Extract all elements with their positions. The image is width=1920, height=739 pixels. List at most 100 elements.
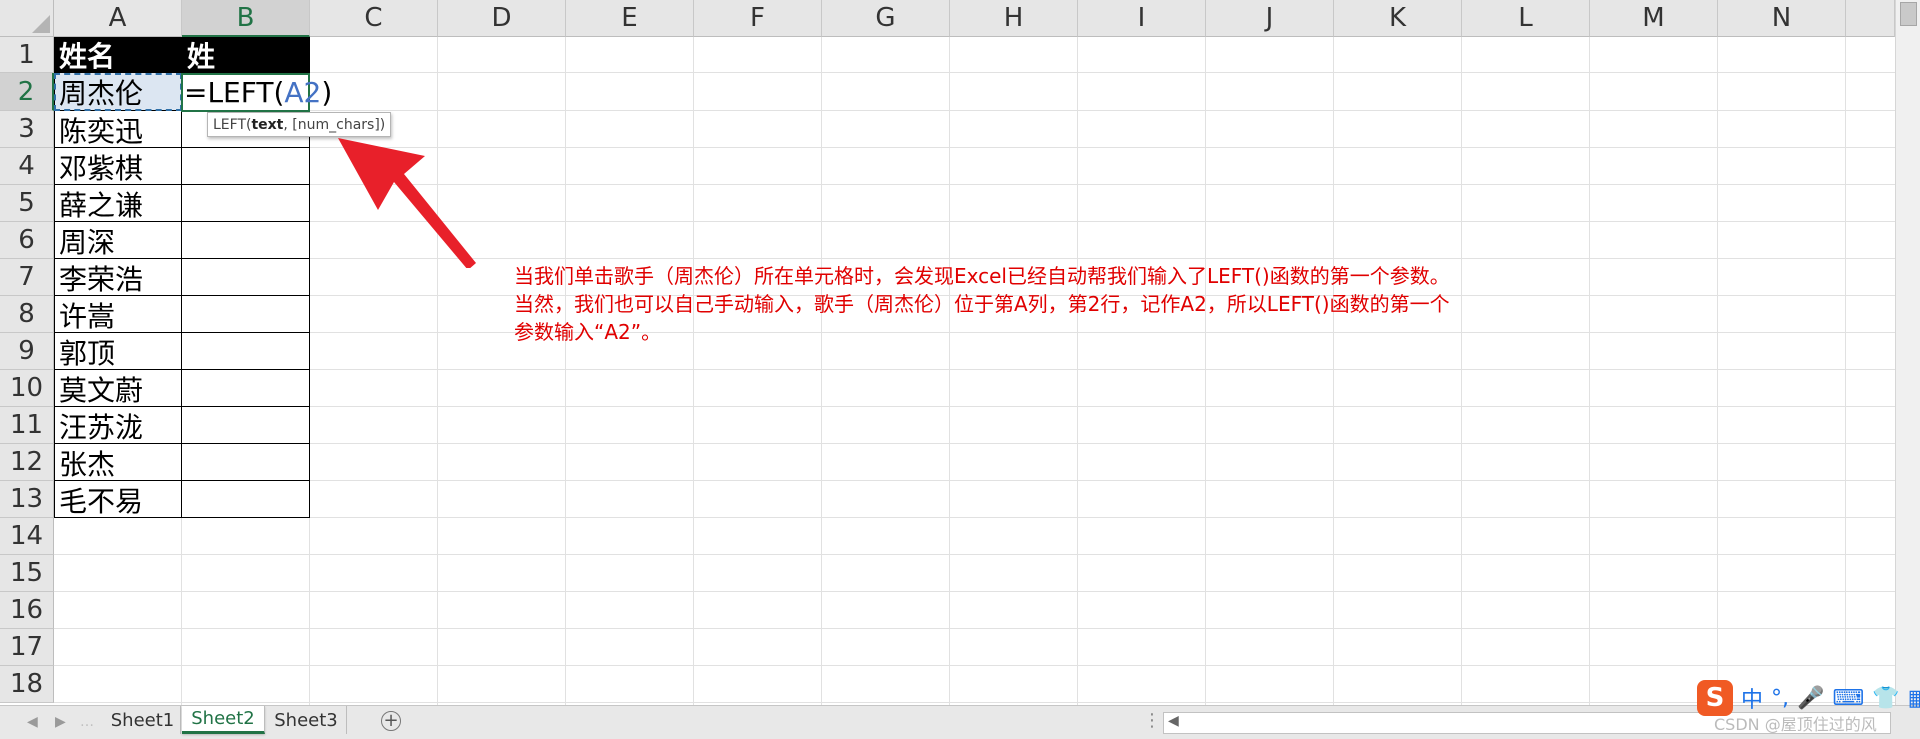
column-header-m[interactable]: M	[1590, 0, 1718, 37]
row-header-14[interactable]: 14	[0, 518, 54, 555]
prev-sheet-icon[interactable]: ◀	[27, 714, 38, 730]
column-header-d[interactable]: D	[438, 0, 566, 37]
cell-a3[interactable]: 陈奕迅	[54, 111, 182, 148]
row-header-3[interactable]: 3	[0, 111, 54, 148]
table-border	[54, 443, 310, 444]
cell-a8[interactable]: 许嵩	[54, 296, 182, 333]
red-arrow-icon	[338, 138, 476, 268]
row-header-11[interactable]: 11	[0, 407, 54, 444]
watermark: CSDN @屋顶住过的风	[1714, 715, 1877, 734]
column-header-g[interactable]: G	[822, 0, 950, 37]
row-header-7[interactable]: 7	[0, 259, 54, 296]
row-header-1[interactable]: 1	[0, 37, 54, 73]
row-header-15[interactable]: 15	[0, 555, 54, 592]
annotation-line: 当我们单击歌手（周杰伦）所在单元格时，会发现Excel已经自动帮我们输入了LEF…	[514, 264, 1450, 288]
table-border	[54, 517, 310, 518]
column-header-a[interactable]: A	[54, 0, 182, 37]
table-border	[54, 332, 310, 333]
row-header-10[interactable]: 10	[0, 370, 54, 407]
column-header-h[interactable]: H	[950, 0, 1078, 37]
cell-a10[interactable]: 莫文蔚	[54, 370, 182, 407]
tab-sheet2[interactable]: Sheet2	[182, 706, 265, 734]
row-header-12[interactable]: 12	[0, 444, 54, 481]
tooltip-fn: LEFT(	[213, 116, 252, 133]
add-sheet-button[interactable]: +	[381, 711, 401, 731]
gridline	[1333, 37, 1334, 705]
skin-icon[interactable]: 👕	[1872, 686, 1899, 711]
gridline	[1205, 37, 1206, 705]
cell-a5[interactable]: 薛之谦	[54, 185, 182, 222]
keyboard-icon[interactable]: ⌨	[1832, 686, 1864, 711]
select-all-corner[interactable]	[0, 0, 54, 37]
ime-punct[interactable]: °,	[1771, 686, 1789, 711]
tab-sheet3[interactable]: Sheet3	[266, 706, 347, 734]
gridline	[54, 72, 1895, 73]
tooltip-arg-text[interactable]: text	[251, 117, 283, 133]
gridline	[54, 554, 1895, 555]
row-header-4[interactable]: 4	[0, 148, 54, 185]
table-border	[54, 221, 310, 222]
scroll-left-icon[interactable]: ◀	[1168, 713, 1179, 729]
cell-a1[interactable]: 姓名	[54, 37, 182, 73]
gridline	[54, 369, 1895, 370]
table-border	[54, 184, 310, 185]
column-header-e[interactable]: E	[566, 0, 694, 37]
table-border	[54, 480, 310, 481]
column-header-c[interactable]: C	[310, 0, 438, 37]
ime-lang[interactable]: 中	[1741, 682, 1763, 714]
tab-dots-icon[interactable]: …	[80, 714, 94, 730]
cell-b2-formula[interactable]: =LEFT(A2)	[184, 74, 332, 110]
column-header-n[interactable]: N	[1718, 0, 1846, 37]
gridline	[821, 37, 822, 705]
column-header-i[interactable]: I	[1078, 0, 1206, 37]
cell-a4[interactable]: 邓紫棋	[54, 148, 182, 185]
gridline	[54, 591, 1895, 592]
cell-a12[interactable]: 张杰	[54, 444, 182, 481]
table-border	[54, 72, 55, 518]
column-header-f[interactable]: F	[694, 0, 822, 37]
column-header-extra[interactable]	[1846, 0, 1895, 37]
row-header-8[interactable]: 8	[0, 296, 54, 333]
gridline	[54, 443, 1895, 444]
cell-a6[interactable]: 周深	[54, 222, 182, 259]
row-header-5[interactable]: 5	[0, 185, 54, 222]
cell-a11[interactable]: 汪苏泷	[54, 407, 182, 444]
grid-menu-icon[interactable]: ▦	[1908, 686, 1920, 711]
row-header-6[interactable]: 6	[0, 222, 54, 259]
formula-suffix: )	[321, 75, 333, 109]
formula-prefix: =LEFT(	[184, 75, 285, 109]
mic-icon[interactable]: 🎤	[1797, 686, 1824, 711]
row-header-17[interactable]: 17	[0, 629, 54, 666]
column-header-k[interactable]: K	[1334, 0, 1462, 37]
split-handle-icon[interactable]: ⋮	[1143, 710, 1161, 731]
spreadsheet-grid[interactable]: ABCDEFGHIJKLMN 1 2 3 4 5 6 7 8 9 10 11 12 13 14 15 16 17…	[0, 0, 1895, 705]
row-header-9[interactable]: 9	[0, 333, 54, 370]
gridline	[1589, 37, 1590, 705]
sheet-tab-bar: ◀ ▶ … Sheet1 Sheet2 Sheet3 + ⋮ ◀	[0, 705, 1920, 739]
cell-a13[interactable]: 毛不易	[54, 481, 182, 518]
vertical-scrollbar[interactable]	[1895, 0, 1920, 705]
row-header-16[interactable]: 16	[0, 592, 54, 629]
cell-a9[interactable]: 郭顶	[54, 333, 182, 370]
table-border	[54, 369, 310, 370]
row-header-18[interactable]: 18	[0, 666, 54, 703]
gridline	[1077, 37, 1078, 705]
cell-a7[interactable]: 李荣浩	[54, 259, 182, 296]
scroll-thumb[interactable]	[1900, 2, 1917, 26]
column-header-j[interactable]: J	[1206, 0, 1334, 37]
column-header-b[interactable]: B	[182, 0, 310, 37]
tab-sheet1[interactable]: Sheet1	[105, 706, 181, 734]
table-border	[54, 147, 310, 148]
column-header-l[interactable]: L	[1462, 0, 1590, 37]
formula-ref: A2	[284, 75, 322, 109]
gridline	[1845, 37, 1846, 705]
annotation-line: 参数输入“A2”。	[514, 320, 662, 344]
gridline	[54, 406, 1895, 407]
cell-b1[interactable]: 姓	[182, 37, 310, 73]
row-header-13[interactable]: 13	[0, 481, 54, 518]
row-header-2[interactable]: 2	[0, 73, 54, 111]
gridline	[54, 628, 1895, 629]
gridline	[54, 665, 1895, 666]
table-border	[54, 295, 310, 296]
next-sheet-icon[interactable]: ▶	[55, 714, 66, 730]
